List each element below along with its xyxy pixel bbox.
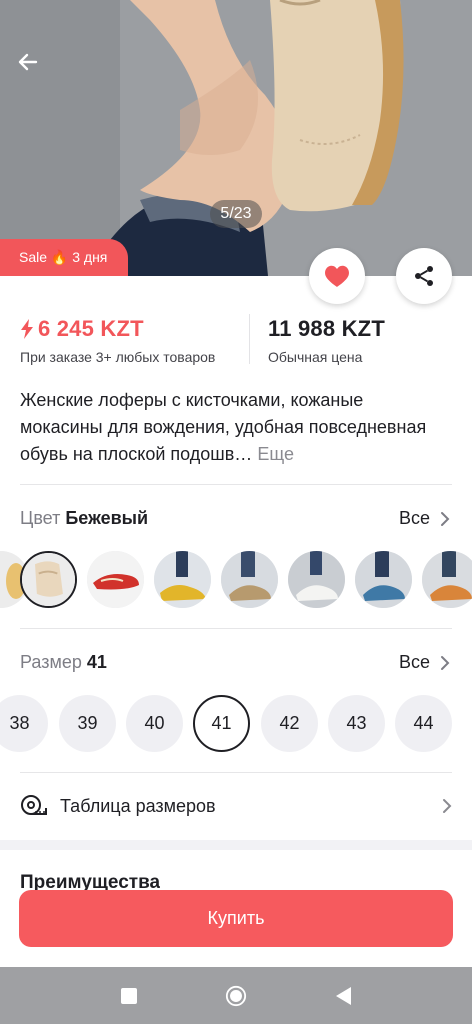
buy-button[interactable]: Купить: [19, 890, 453, 947]
color-swatch-blue[interactable]: [355, 551, 412, 608]
size-title: Размер 41: [20, 652, 107, 673]
sale-price-group: 6 245 KZT При заказе 3+ любых товаров: [20, 316, 215, 365]
color-swatch-white[interactable]: [288, 551, 345, 608]
size-option[interactable]: 40: [126, 695, 183, 752]
regular-price: 11 988 KZT: [268, 316, 385, 341]
back-button[interactable]: [16, 50, 52, 86]
size-all-link[interactable]: Все: [399, 652, 450, 673]
product-page: 5/23 Sale 🔥 3 дня 6 245 KZT При заказе 3…: [0, 0, 472, 1024]
product-image-gallery[interactable]: 5/23: [0, 0, 472, 276]
system-navigation-bar: [0, 967, 472, 1024]
chevron-right-icon: [441, 511, 450, 526]
color-all-label: Все: [398, 508, 430, 528]
home-button[interactable]: [225, 985, 247, 1007]
triangle-back-icon: [336, 987, 351, 1005]
square-icon: [121, 988, 137, 1004]
recent-apps-button[interactable]: [118, 985, 140, 1007]
color-swatch-red[interactable]: [87, 551, 144, 608]
shoe-thumbnail: [154, 551, 211, 608]
size-option[interactable]: 43: [328, 695, 385, 752]
image-counter: 5/23: [210, 200, 262, 228]
sale-price-value: 6 245 KZT: [38, 316, 144, 341]
color-swatch-orange[interactable]: [422, 551, 472, 608]
shoe-thumbnail: [221, 551, 278, 608]
section-separator: [0, 840, 472, 850]
regular-price-group: 11 988 KZT Обычная цена: [268, 316, 385, 365]
tape-measure-icon: [21, 795, 47, 815]
chevron-right-icon: [441, 655, 450, 670]
sale-price-note: При заказе 3+ любых товаров: [20, 349, 216, 365]
arrow-left-icon: [18, 53, 38, 71]
price-divider: [249, 314, 250, 364]
color-label: Цвет: [20, 508, 61, 528]
size-option[interactable]: 38: [0, 695, 48, 752]
color-title: Цвет Бежевый: [20, 508, 148, 529]
shoe-thumbnail: [22, 553, 75, 606]
lightning-icon: [21, 319, 33, 339]
shoe-thumbnail: [355, 551, 412, 608]
color-all-link[interactable]: Все: [399, 508, 450, 529]
size-all-label: Все: [398, 652, 430, 672]
color-swatch-khaki[interactable]: [221, 551, 278, 608]
size-option[interactable]: 44: [395, 695, 452, 752]
description-text: Женские лоферы с кисточками, кожаные мок…: [20, 390, 427, 464]
size-table-row[interactable]: Таблица размеров: [20, 786, 452, 826]
size-label: Размер: [20, 652, 82, 672]
sale-price: 6 245 KZT: [20, 316, 215, 342]
description-more-link[interactable]: Еще: [257, 444, 294, 464]
product-photo: [0, 0, 472, 276]
color-swatch-beige[interactable]: [20, 551, 77, 608]
divider: [20, 772, 452, 773]
chevron-right-icon: [443, 799, 452, 813]
product-description: Женские лоферы с кисточками, кожаные мок…: [20, 387, 450, 468]
shoe-thumbnail: [87, 551, 144, 608]
size-option[interactable]: 42: [261, 695, 318, 752]
shoe-thumbnail: [288, 551, 345, 608]
divider: [20, 628, 452, 629]
divider: [20, 484, 452, 485]
color-value: Бежевый: [65, 508, 149, 528]
sale-badge: Sale 🔥 3 дня: [0, 239, 128, 276]
color-swatch-yellow[interactable]: [154, 551, 211, 608]
regular-price-note: Обычная цена: [268, 349, 363, 365]
shoe-thumbnail: [422, 551, 472, 608]
back-nav-button[interactable]: [332, 985, 354, 1007]
size-table-label: Таблица размеров: [60, 795, 216, 816]
price-block: 6 245 KZT При заказе 3+ любых товаров 11…: [0, 276, 472, 370]
home-circle-icon: [225, 985, 247, 1007]
size-value: 41: [86, 652, 107, 672]
size-option-selected[interactable]: 41: [193, 695, 250, 752]
size-option[interactable]: 39: [59, 695, 116, 752]
